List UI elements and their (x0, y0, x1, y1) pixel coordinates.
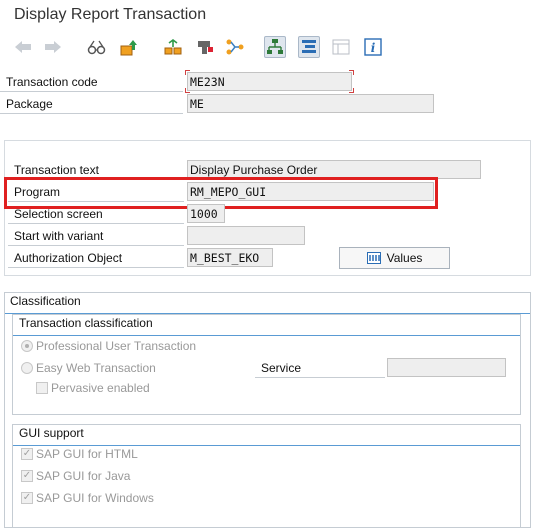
easy-web-radio-label: Easy Web Transaction (36, 361, 156, 375)
classification-title: Classification (10, 294, 81, 308)
classification-header (5, 293, 530, 314)
service-field[interactable] (387, 358, 506, 377)
glasses-display-icon[interactable] (86, 36, 108, 58)
toolbar: i (0, 34, 539, 60)
svg-text:i: i (371, 41, 376, 55)
where-used-icon[interactable] (162, 36, 184, 58)
start-variant-field[interactable] (187, 226, 305, 245)
layout-icon[interactable] (298, 36, 320, 58)
info-icon[interactable]: i (362, 36, 384, 58)
transaction-classification-title: Transaction classification (19, 316, 153, 330)
radio-unselected[interactable] (21, 362, 33, 374)
gui-java-checkbox-option[interactable]: ✓ SAP GUI for Java (21, 469, 130, 483)
transaction-code-label: Transaction code (0, 72, 183, 92)
pervasive-checkbox[interactable] (36, 382, 48, 394)
easy-web-radio-option[interactable]: Easy Web Transaction (21, 361, 156, 375)
page-title: Display Report Transaction (14, 6, 207, 23)
focus-corner (185, 88, 190, 93)
start-variant-label: Start with variant (8, 226, 184, 246)
hierarchy-icon[interactable] (224, 36, 246, 58)
gui-windows-checkbox-option[interactable]: ✓ SAP GUI for Windows (21, 491, 154, 505)
focus-corner (349, 70, 354, 75)
selection-screen-field[interactable]: 1000 (187, 204, 225, 223)
package-label: Package (0, 94, 183, 114)
auth-object-field[interactable]: M_BEST_EKO (187, 248, 273, 267)
gui-html-checkbox-option[interactable]: ✓ SAP GUI for HTML (21, 447, 138, 461)
object-list-icon[interactable] (194, 36, 216, 58)
gui-java-checkbox[interactable]: ✓ (21, 470, 33, 482)
gui-java-checkbox-label: SAP GUI for Java (36, 469, 131, 483)
gui-support-title: GUI support (19, 426, 84, 440)
gui-support-header (13, 425, 520, 446)
focus-corner (349, 88, 354, 93)
professional-radio-option[interactable]: Professional User Transaction (21, 339, 196, 353)
calculator-icon (366, 252, 381, 264)
gui-windows-checkbox-label: SAP GUI for Windows (36, 491, 154, 505)
gui-html-checkbox-label: SAP GUI for HTML (36, 447, 138, 461)
radio-selected[interactable] (21, 340, 33, 352)
selection-screen-label: Selection screen (8, 204, 184, 224)
navigation-window-icon[interactable] (264, 36, 286, 58)
grid-view-icon[interactable] (330, 36, 352, 58)
service-label: Service (255, 358, 385, 378)
gui-html-checkbox[interactable]: ✓ (21, 448, 33, 460)
auth-object-label: Authorization Object (8, 248, 184, 268)
transport-icon[interactable] (118, 36, 140, 58)
pervasive-checkbox-option[interactable]: Pervasive enabled (36, 381, 150, 395)
values-button[interactable]: Values (339, 247, 450, 269)
forward-arrow-icon[interactable] (42, 36, 64, 58)
transaction-code-field[interactable]: ME23N (187, 72, 352, 91)
focus-corner (185, 70, 190, 75)
back-arrow-icon[interactable] (12, 36, 34, 58)
professional-radio-label: Professional User Transaction (36, 339, 197, 353)
gui-windows-checkbox[interactable]: ✓ (21, 492, 33, 504)
package-field[interactable]: ME (187, 94, 434, 113)
pervasive-checkbox-label: Pervasive enabled (51, 381, 150, 395)
values-button-label: Values (386, 251, 423, 265)
